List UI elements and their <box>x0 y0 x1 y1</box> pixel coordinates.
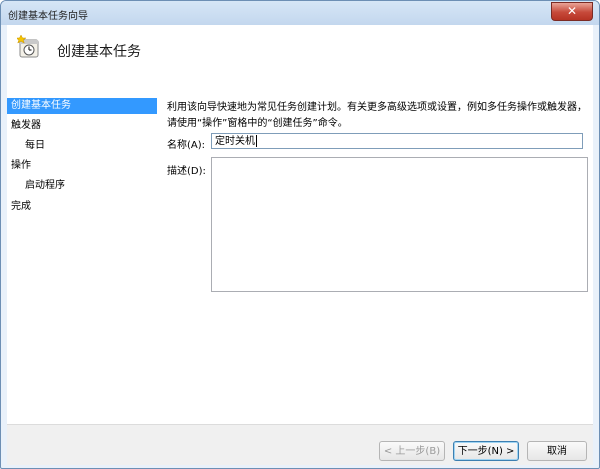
name-label: 名称(A): <box>167 140 206 151</box>
nav-step-action[interactable]: 操作 <box>11 158 31 174</box>
nav-step-trigger[interactable]: 触发器 <box>11 118 41 134</box>
wizard-steps-nav: 创建基本任务 触发器 每日 操作 启动程序 完成 <box>7 89 159 424</box>
wizard-window: 创建基本任务向导 ✕ 创建基本任务 创建基本任务 触发器 每日 操作 启动程序 … <box>0 0 600 469</box>
text-caret <box>256 135 257 147</box>
name-input[interactable]: 定时关机 <box>211 133 583 149</box>
nav-step-create-basic-task[interactable]: 创建基本任务 <box>7 98 157 114</box>
description-label: 描述(D): <box>167 166 206 177</box>
nav-step-start-program[interactable]: 启动程序 <box>25 178 65 194</box>
next-button[interactable]: 下一步(N) > <box>453 441 519 461</box>
wizard-footer: < 上一步(B) 下一步(N) > 取消 <box>7 424 593 465</box>
wizard-header: 创建基本任务 <box>7 25 593 89</box>
nav-step-finish[interactable]: 完成 <box>11 199 31 215</box>
name-input-value: 定时关机 <box>215 136 255 147</box>
back-button[interactable]: < 上一步(B) <box>379 441 445 461</box>
task-scheduler-clock-icon <box>17 35 39 58</box>
wizard-content: 利用该向导快速地为常见任务创建计划。有关更多高级选项或设置，例如多任务操作或触发… <box>159 89 593 424</box>
description-textarea[interactable] <box>211 157 588 292</box>
page-title: 创建基本任务 <box>57 44 141 60</box>
window-title: 创建基本任务向导 <box>8 11 88 22</box>
title-bar[interactable]: 创建基本任务向导 ✕ <box>1 1 599 25</box>
close-button[interactable]: ✕ <box>551 2 593 21</box>
nav-step-daily[interactable]: 每日 <box>25 138 45 154</box>
cancel-button[interactable]: 取消 <box>527 441 587 461</box>
wizard-description: 利用该向导快速地为常见任务创建计划。有关更多高级选项或设置，例如多任务操作或触发… <box>167 102 587 129</box>
